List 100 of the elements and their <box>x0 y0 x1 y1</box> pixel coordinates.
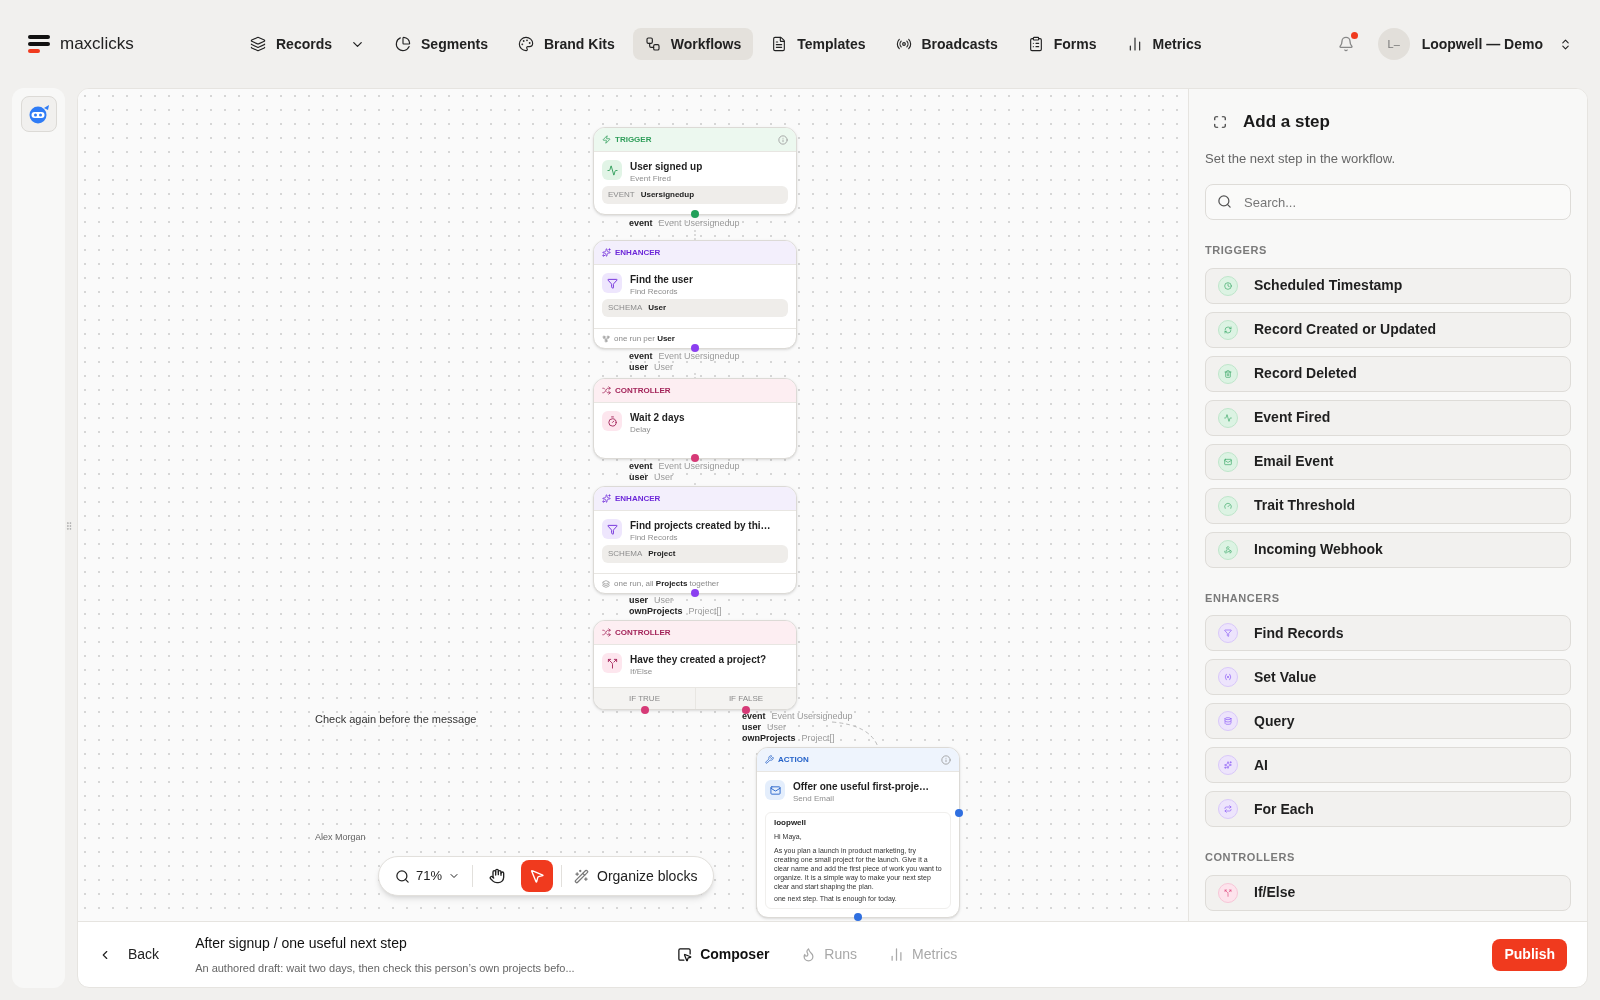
nav-icon <box>644 36 661 52</box>
publish-button[interactable]: Publish <box>1492 938 1567 971</box>
workflow-node[interactable]: ENHANCER Find projects created by thi… Find Records SCHEMA Project one run, all Projects together <box>593 486 797 594</box>
port-handle[interactable] <box>955 809 963 817</box>
brand-name: maxclicks <box>60 33 134 56</box>
step-option[interactable]: Set Value <box>1205 659 1571 695</box>
avatar: L– <box>1377 28 1410 60</box>
node-subtitle: Find Records <box>630 532 679 543</box>
node-title: Find the user <box>630 273 693 286</box>
workflow-node[interactable] <box>756 747 960 918</box>
step-icon <box>765 780 785 800</box>
nav-item[interactable]: Metrics <box>1114 28 1214 60</box>
step-option[interactable]: For Each <box>1205 791 1571 827</box>
port-handle[interactable] <box>691 454 699 462</box>
step-option[interactable]: Scheduled Timestamp <box>1205 267 1571 304</box>
nav-icon <box>395 36 412 52</box>
section-heading: CONTROLLERS <box>1205 850 1296 865</box>
bell-icon <box>1337 36 1354 52</box>
step-icon <box>1218 451 1238 472</box>
category-icon <box>602 628 611 637</box>
nav-item[interactable]: Broadcasts <box>883 28 1010 60</box>
step-option[interactable]: Record Deleted <box>1205 355 1571 392</box>
step-option[interactable]: If/Else <box>1205 874 1571 911</box>
node-title: Find projects created by thi… <box>630 519 771 532</box>
step-icon <box>1218 407 1238 428</box>
stack-icon <box>602 579 610 588</box>
search-icon <box>1217 194 1232 209</box>
assistant-button[interactable] <box>20 96 57 132</box>
step-icon <box>1218 275 1238 296</box>
logo-icon <box>28 34 52 54</box>
category-icon <box>602 386 611 395</box>
port-handle[interactable] <box>691 589 699 597</box>
port-handle[interactable] <box>640 706 649 714</box>
node-category: CONTROLLER <box>615 626 671 639</box>
node-field: SCHEMA Project <box>602 545 788 563</box>
canvas-note[interactable]: Check again before the message <box>315 711 477 728</box>
nav-item[interactable]: Forms <box>1015 28 1109 60</box>
port-handle[interactable] <box>742 706 750 714</box>
port-handle[interactable] <box>854 913 862 921</box>
node-field: SCHEMA User <box>602 299 788 317</box>
note-author: Alex Morgan <box>315 831 366 844</box>
category-icon <box>602 248 611 257</box>
node-category: ENHANCER <box>615 492 661 505</box>
back-button[interactable]: Back <box>98 944 160 965</box>
workflow-node[interactable]: CONTROLLER Wait 2 days Delay <box>593 378 797 459</box>
nav-item[interactable]: Workflows <box>632 28 754 60</box>
pointer-tool[interactable] <box>521 860 554 892</box>
step-icon <box>602 653 622 673</box>
workflow-node[interactable]: TRIGGER User signed up Event Fired EVENT Usersignedup <box>593 127 797 215</box>
wand-icon <box>574 868 590 884</box>
step-icon <box>1218 495 1238 516</box>
step-icon <box>1218 667 1238 687</box>
view-tab[interactable]: Composer <box>677 944 770 965</box>
zoom-control[interactable]: 71% <box>391 866 465 886</box>
nav-item[interactable]: Segments <box>383 28 500 60</box>
step-icon <box>1218 799 1238 819</box>
connector-line <box>694 229 696 241</box>
panel-subtitle: Set the next step in the workflow. <box>1205 149 1397 168</box>
step-option[interactable]: Incoming Webhook <box>1205 531 1571 568</box>
step-icon <box>602 160 622 180</box>
nav-item[interactable]: Templates <box>759 28 878 60</box>
expand-icon[interactable] <box>1213 114 1227 129</box>
run-mode-text: one run per User <box>614 332 675 345</box>
workflow-description: An authored draft: wait two days, then check this person’s own projects befo... <box>195 960 576 976</box>
node-title: Wait 2 days <box>630 411 685 424</box>
branch-label: IF FALSE <box>695 688 796 709</box>
step-option[interactable]: Event Fired <box>1205 399 1571 436</box>
step-icon <box>1218 711 1238 731</box>
nav-icon <box>1027 36 1044 52</box>
account-switcher[interactable]: L– Loopwell — Demo <box>1377 28 1572 60</box>
node-category: ENHANCER <box>615 246 661 259</box>
search-icon <box>395 868 410 884</box>
workflow-node[interactable]: ENHANCER Find the user Find Records SCHEMA User one run per User <box>593 240 797 349</box>
output-label: user User <box>629 595 675 606</box>
step-option[interactable]: Query <box>1205 703 1571 739</box>
panel-title: Add a step <box>1243 111 1330 133</box>
search-field[interactable]: Search... <box>1205 184 1571 220</box>
step-option[interactable]: Find Records <box>1205 615 1571 651</box>
node-category: ACTION <box>778 753 809 766</box>
node-subtitle: Event Fired <box>630 173 672 184</box>
email-brand: loopwell <box>774 817 807 829</box>
resize-handle[interactable] <box>64 521 74 531</box>
nav-item[interactable]: Records <box>238 28 378 60</box>
step-icon <box>602 273 622 293</box>
port-handle[interactable] <box>691 210 699 218</box>
step-option[interactable]: AI <box>1205 747 1571 783</box>
step-option[interactable]: Record Created or Updated <box>1205 311 1571 348</box>
step-option[interactable]: Email Event <box>1205 443 1571 480</box>
output-label: user User <box>629 472 675 483</box>
step-option[interactable]: Trait Threshold <box>1205 487 1571 524</box>
section-heading: ENHANCERS <box>1205 590 1281 606</box>
output-label: ownProjects Project[] <box>629 606 722 617</box>
port-handle[interactable] <box>691 344 699 352</box>
category-icon <box>602 135 611 144</box>
nav-item[interactable]: Brand Kits <box>505 28 627 60</box>
pointer-icon <box>529 868 546 884</box>
nav-icon <box>771 36 788 52</box>
organize-button[interactable]: Organize blocks <box>570 865 702 887</box>
hand-icon <box>489 868 506 884</box>
node-category: CONTROLLER <box>615 384 671 397</box>
